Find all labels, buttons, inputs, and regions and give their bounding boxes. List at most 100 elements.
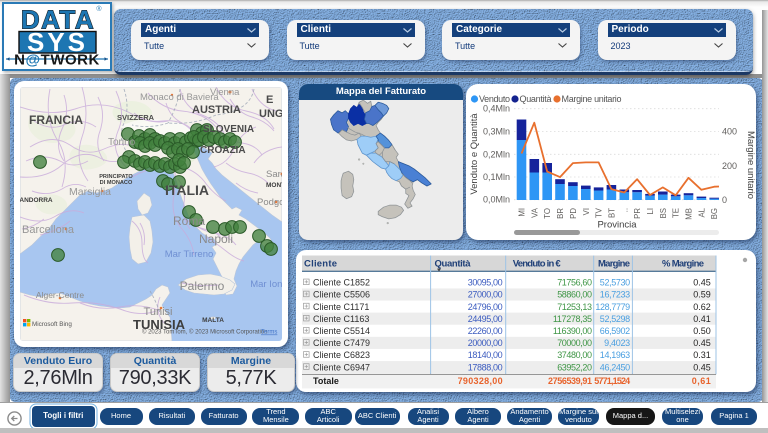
svg-text:0.62: 0.62 <box>693 302 711 312</box>
svg-text:Mar Tirreno: Mar Tirreno <box>165 249 214 260</box>
svg-text:BR: BR <box>556 208 565 219</box>
svg-text:71756,60: 71756,60 <box>557 278 592 288</box>
svg-text:0: 0 <box>722 195 727 205</box>
svg-text:Totale: Totale <box>313 376 339 386</box>
svg-text:37480,00: 37480,00 <box>557 350 592 360</box>
svg-text:0.45: 0.45 <box>693 362 711 372</box>
svg-text:Napoli: Napoli <box>199 232 233 246</box>
svg-text:Monaco di Baviera: Monaco di Baviera <box>140 92 219 103</box>
svg-text:Cliente C1163: Cliente C1163 <box>313 314 369 324</box>
svg-text:Cliente C6947: Cliente C6947 <box>313 362 370 372</box>
svg-text:CROAZIA: CROAZIA <box>200 145 246 156</box>
svg-text:Cliente C5506: Cliente C5506 <box>313 290 370 300</box>
svg-text:..: .. <box>620 208 629 212</box>
svg-text:TO: TO <box>543 208 552 219</box>
svg-text:Cliente C1171: Cliente C1171 <box>313 302 369 312</box>
svg-text:Barcellona: Barcellona <box>22 224 75 236</box>
svg-text:MB: MB <box>685 208 694 220</box>
svg-text:SVIZZERA: SVIZZERA <box>117 113 155 122</box>
svg-text:Palermo: Palermo <box>180 279 225 293</box>
svg-text:E: E <box>266 94 273 106</box>
svg-text:Podgorizza: Podgorizza <box>257 197 282 208</box>
svg-text:MI: MI <box>518 208 527 217</box>
svg-text:DI MONACO: DI MONACO <box>100 180 133 186</box>
svg-text:0,3Mln: 0,3Mln <box>483 127 510 137</box>
svg-text:116390,00: 116390,00 <box>553 326 592 336</box>
svg-text:Roma: Roma <box>173 214 205 228</box>
svg-text:BT: BT <box>607 208 616 218</box>
svg-text:ANDORRA: ANDORRA <box>20 197 53 204</box>
svg-text:TE: TE <box>672 208 681 218</box>
svg-text:66,5902: 66,5902 <box>600 326 630 336</box>
svg-text:Venduto: Venduto <box>479 94 510 104</box>
svg-text:TV: TV <box>595 207 604 218</box>
svg-text:®: ® <box>96 5 102 13</box>
svg-text:BG: BG <box>710 208 719 219</box>
svg-text:Marsiglia: Marsiglia <box>69 186 111 198</box>
svg-text:Margine: Margine <box>598 259 630 270</box>
svg-text:0.45: 0.45 <box>693 338 711 348</box>
svg-text:Margine unitario: Margine unitario <box>745 131 756 199</box>
svg-text:58860,00: 58860,00 <box>557 290 592 300</box>
svg-text:0,61: 0,61 <box>692 376 711 386</box>
svg-text:Venduto e Quantità: Venduto e Quantità <box>469 113 480 195</box>
svg-text:MONTENE: MONTENE <box>266 182 282 189</box>
svg-text:UNGHE: UNGHE <box>259 108 282 120</box>
svg-text:Quantità: Quantità <box>435 259 472 270</box>
svg-text:Alger-Centre: Alger-Centre <box>36 290 84 300</box>
svg-text:AL: AL <box>697 207 706 217</box>
svg-text:Mar Ionio: Mar Ionio <box>250 279 282 290</box>
svg-text:400: 400 <box>722 126 737 136</box>
svg-text:0,0Mln: 0,0Mln <box>483 195 510 205</box>
svg-text:22260,00: 22260,00 <box>468 326 503 336</box>
svg-text:63952,20: 63952,20 <box>557 362 592 372</box>
svg-text:18140,00: 18140,00 <box>468 350 503 360</box>
svg-text:0,2Mln: 0,2Mln <box>483 149 510 159</box>
svg-text:70000,00: 70000,00 <box>557 338 592 348</box>
svg-text:Terms: Terms <box>261 330 277 336</box>
svg-text:Cliente C6823: Cliente C6823 <box>313 350 370 360</box>
svg-text:Cliente C1852: Cliente C1852 <box>313 278 370 288</box>
svg-text:0.50: 0.50 <box>693 326 711 336</box>
svg-text:52,5730: 52,5730 <box>600 278 630 288</box>
svg-text:VA: VA <box>530 207 539 218</box>
svg-text:Venduto in €: Venduto in € <box>513 259 562 270</box>
svg-text:117278,35: 117278,35 <box>553 314 592 324</box>
svg-text:% Margine: % Margine <box>662 259 704 270</box>
svg-text:14,1963: 14,1963 <box>600 350 630 360</box>
svg-text:128,7779: 128,7779 <box>595 302 630 312</box>
svg-text:Microsoft Bing: Microsoft Bing <box>32 321 72 328</box>
svg-text:24796,00: 24796,00 <box>468 302 503 312</box>
svg-text:790328,00: 790328,00 <box>458 376 503 386</box>
svg-text:0.31: 0.31 <box>693 350 711 360</box>
svg-text:LI: LI <box>646 208 655 215</box>
svg-text:0.41: 0.41 <box>693 314 711 324</box>
svg-text:30095,00: 30095,00 <box>468 278 503 288</box>
svg-text:Margine unitario: Margine unitario <box>562 94 622 104</box>
svg-text:Cliente C5514: Cliente C5514 <box>313 326 370 336</box>
svg-text:© 2023 TomTom, © 2023 Microsof: © 2023 TomTom, © 2023 Microsoft Corporat… <box>142 329 267 336</box>
svg-text:VI: VI <box>582 208 591 215</box>
svg-text:2756539,91: 2756539,91 <box>548 376 592 386</box>
svg-text:Sarajevo: Sarajevo <box>266 169 282 180</box>
svg-text:Quantità: Quantità <box>520 94 552 104</box>
svg-text:16,7233: 16,7233 <box>600 290 630 300</box>
svg-text:46,2450: 46,2450 <box>600 362 630 372</box>
svg-text:BS: BS <box>659 208 668 218</box>
svg-text:0,1Mln: 0,1Mln <box>483 172 510 182</box>
svg-text:Provincia: Provincia <box>597 220 637 231</box>
svg-text:20000,00: 20000,00 <box>468 338 503 348</box>
svg-text:Cliente: Cliente <box>304 259 337 270</box>
svg-text:N@TWORK: N@TWORK <box>14 52 100 69</box>
svg-text:0.45: 0.45 <box>693 278 711 288</box>
svg-text:0,4Mln: 0,4Mln <box>483 104 510 114</box>
svg-text:Torino: Torino <box>108 137 136 148</box>
svg-text:0.59: 0.59 <box>693 290 711 300</box>
svg-text:FRANCIA: FRANCIA <box>29 113 83 127</box>
svg-text:SLOVENIA: SLOVENIA <box>203 124 254 135</box>
svg-text:200: 200 <box>722 161 737 171</box>
svg-text:PR: PR <box>633 208 642 219</box>
svg-text:71253,13: 71253,13 <box>557 302 592 312</box>
svg-text:Vienna: Vienna <box>210 87 240 98</box>
svg-text:9,4023: 9,4023 <box>604 338 630 348</box>
